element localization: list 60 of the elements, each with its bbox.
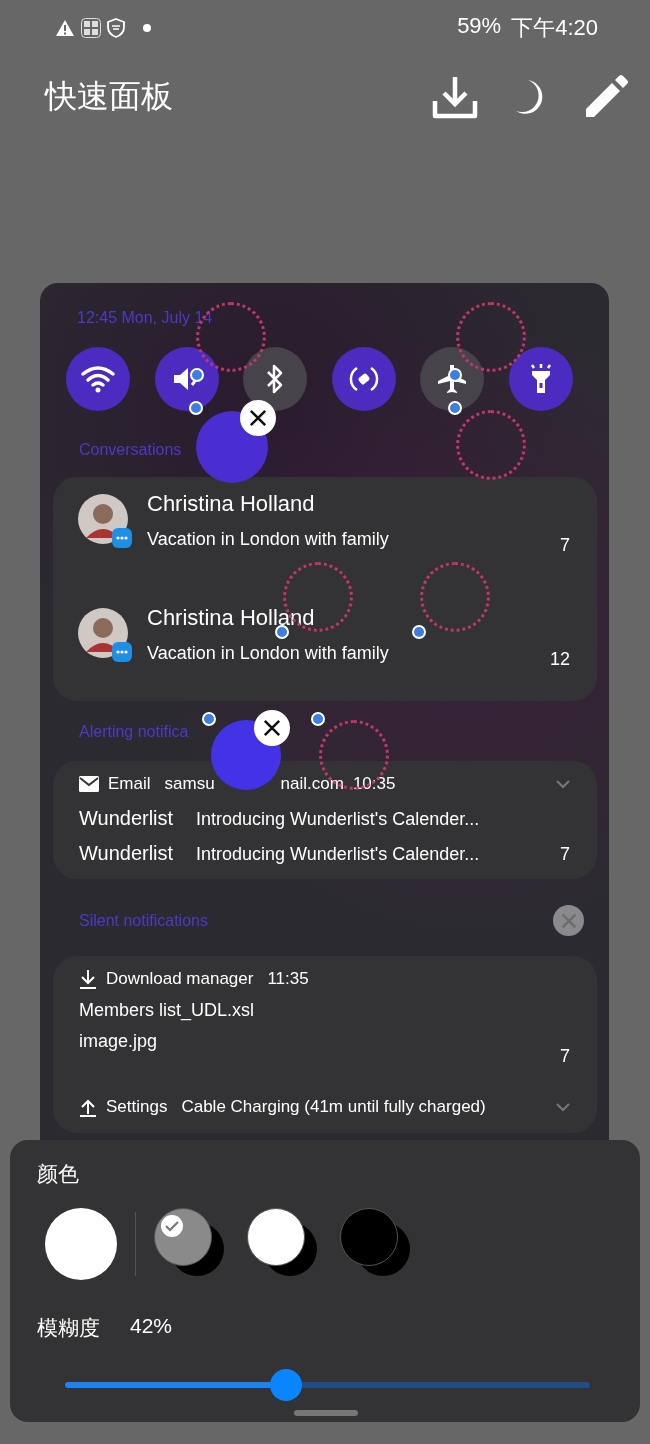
notification-count: 7 bbox=[560, 844, 570, 865]
check-icon bbox=[160, 1214, 184, 1238]
close-icon bbox=[560, 912, 577, 929]
avatar-icon bbox=[78, 608, 132, 662]
avatar-icon bbox=[78, 494, 132, 548]
message-text: Vacation in London with family bbox=[147, 643, 390, 664]
chevron-down-icon[interactable] bbox=[556, 779, 570, 789]
close-button[interactable] bbox=[254, 710, 290, 746]
notification-count: 7 bbox=[560, 1046, 570, 1066]
page-title: 快速面板 bbox=[45, 77, 174, 116]
battery-percent: 59% bbox=[457, 13, 502, 40]
upload-icon bbox=[79, 1097, 97, 1117]
chevron-down-icon[interactable] bbox=[556, 1102, 570, 1112]
warning-icon bbox=[55, 19, 75, 37]
section-label: Alerting notifica bbox=[79, 723, 189, 741]
time-text: 11:35 bbox=[267, 969, 309, 989]
handle-dot[interactable] bbox=[202, 712, 216, 726]
app-name: Download manager bbox=[106, 969, 254, 989]
section-label: Conversations bbox=[79, 441, 182, 459]
section-label: Silent notifications bbox=[79, 911, 209, 930]
close-icon bbox=[249, 409, 267, 427]
handle-dot[interactable] bbox=[311, 712, 325, 726]
app-grid-icon bbox=[81, 18, 101, 38]
notification-title: Wunderlist bbox=[79, 807, 175, 830]
slider-thumb[interactable] bbox=[269, 1369, 302, 1401]
blur-value: 42% bbox=[130, 1314, 173, 1339]
shield-icon bbox=[107, 18, 125, 38]
bluetooth-icon bbox=[265, 363, 285, 395]
notification-text: Introducing Wunderlist's Calender... bbox=[196, 844, 480, 865]
file-name: image.jpg bbox=[79, 1031, 159, 1052]
contact-name: Christina Holland bbox=[147, 491, 316, 517]
file-name: Members list_UDL.xsl bbox=[79, 1000, 256, 1021]
message-text: Vacation in London with family bbox=[147, 529, 390, 550]
notification-text: Cable Charging (41m until fully charged) bbox=[181, 1097, 486, 1117]
color-label: 颜色 bbox=[37, 1161, 80, 1187]
drag-handle[interactable] bbox=[294, 1410, 358, 1416]
clock-time: 下午4:20 bbox=[511, 14, 598, 42]
clear-button[interactable] bbox=[553, 905, 584, 936]
app-name: Email bbox=[108, 774, 151, 794]
message-count: 7 bbox=[560, 535, 570, 556]
handle-dot[interactable] bbox=[448, 401, 462, 415]
mail-icon bbox=[79, 776, 99, 792]
blur-slider[interactable] bbox=[65, 1369, 590, 1401]
download-icon bbox=[79, 969, 97, 989]
contact-name: Christina Holland bbox=[147, 605, 316, 631]
download-icon[interactable] bbox=[432, 75, 478, 119]
notification-title: Wunderlist bbox=[79, 842, 175, 865]
pencil-icon[interactable] bbox=[584, 75, 628, 119]
close-button[interactable] bbox=[240, 400, 276, 436]
message-count: 12 bbox=[549, 649, 570, 670]
blur-label: 模糊度 bbox=[37, 1315, 100, 1341]
sender-text: nail.com bbox=[280, 774, 344, 794]
close-icon bbox=[263, 719, 281, 737]
app-name: Settings bbox=[106, 1097, 168, 1117]
notification-dot-icon bbox=[143, 24, 151, 32]
handle-dot[interactable] bbox=[189, 401, 203, 415]
wifi-icon bbox=[81, 365, 115, 393]
time-text: 10:35 bbox=[352, 774, 396, 794]
sender-text: samsu bbox=[164, 774, 215, 794]
notification-text: Introducing Wunderlist's Calender... bbox=[196, 809, 480, 830]
